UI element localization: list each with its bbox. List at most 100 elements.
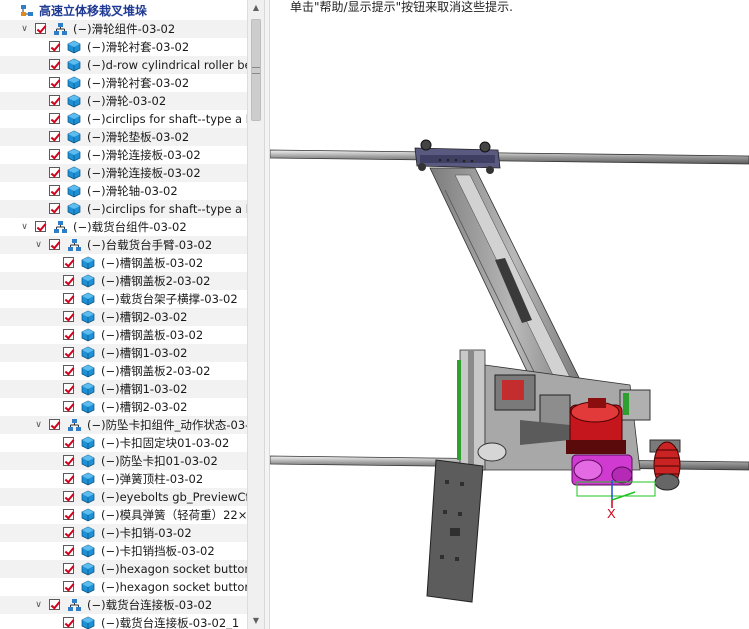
cargo-platform[interactable] (426, 459, 484, 603)
visibility-checkbox[interactable] (63, 383, 74, 394)
visibility-checkbox[interactable] (63, 293, 74, 304)
scroll-down-arrow-icon[interactable]: ▼ (248, 613, 264, 629)
tree-part-row[interactable]: (−)滑轮连接板-03-02 (0, 164, 247, 182)
tree-part-row[interactable]: (−)hexagon socket button head (0, 578, 247, 596)
tree-part-row[interactable]: (−)槽钢2-03-02 (0, 398, 247, 416)
tree-part-row[interactable]: (−)槽钢1-03-02 (0, 344, 247, 362)
part-cube-icon (81, 382, 95, 396)
part-cube-icon (67, 76, 81, 90)
scroll-up-arrow-icon[interactable]: ▲ (248, 0, 264, 16)
visibility-checkbox[interactable] (35, 221, 46, 232)
visibility-checkbox[interactable] (49, 95, 60, 106)
visibility-checkbox[interactable] (63, 617, 74, 628)
tree-part-row[interactable]: (−)滑轮-03-02 (0, 92, 247, 110)
tree-part-row[interactable]: (−)滑轮衬套-03-02 (0, 74, 247, 92)
visibility-checkbox[interactable] (49, 77, 60, 88)
tree-part-row[interactable]: (−)circlips for shaft--type a large (0, 200, 247, 218)
tree-part-row[interactable]: (−)滑轮连接板-03-02 (0, 146, 247, 164)
visibility-checkbox[interactable] (49, 239, 60, 250)
tree-scrollbar[interactable]: ▲ ▼ (247, 0, 264, 629)
tree-item-label: (−)槽钢盖板-03-02 (101, 256, 204, 270)
part-cube-icon (67, 148, 81, 162)
visibility-checkbox[interactable] (49, 113, 60, 124)
scroll-grip-icon (252, 67, 260, 74)
tree-part-row[interactable]: (−)防坠卡扣01-03-02 (0, 452, 247, 470)
visibility-checkbox[interactable] (63, 347, 74, 358)
tree-assembly-row[interactable]: ∨ (−)滑轮组件-03-02 (0, 20, 247, 38)
tree-assembly-row[interactable]: ∨ (−)载货台组件-03-02 (0, 218, 247, 236)
tree-part-row[interactable]: (−)槽钢盖板2-03-02 (0, 272, 247, 290)
visibility-checkbox[interactable] (63, 581, 74, 592)
visibility-checkbox[interactable] (63, 473, 74, 484)
visibility-checkbox[interactable] (63, 257, 74, 268)
visibility-checkbox[interactable] (63, 527, 74, 538)
tree-part-row[interactable]: (−)载货台架子横撑-03-02 (0, 290, 247, 308)
tree-item-label: (−)circlips for shaft--type a large (87, 202, 247, 216)
visibility-checkbox[interactable] (49, 599, 60, 610)
collapse-chevron-icon[interactable]: ∨ (34, 421, 43, 430)
tree-assembly-row[interactable]: ∨ (−)台载货台手臂-03-02 (0, 236, 247, 254)
visibility-checkbox[interactable] (63, 455, 74, 466)
collapse-chevron-icon[interactable]: ∨ (20, 223, 29, 232)
tree-part-row[interactable]: (−)槽钢盖板2-03-02 (0, 362, 247, 380)
tree-part-row[interactable]: (−)槽钢2-03-02 (0, 308, 247, 326)
tree-item-label: (−)卡扣固定块01-03-02 (101, 436, 230, 450)
part-cube-icon (67, 130, 81, 144)
visibility-checkbox[interactable] (63, 311, 74, 322)
graphics-viewport[interactable]: 单击"帮助/显示提示"按钮来取消这些提示. X (270, 0, 749, 629)
tree-part-row[interactable]: (−)滑轮垫板-03-02 (0, 128, 247, 146)
visibility-checkbox[interactable] (49, 419, 60, 430)
visibility-checkbox[interactable] (63, 437, 74, 448)
visibility-checkbox[interactable] (63, 563, 74, 574)
part-cube-icon (81, 364, 95, 378)
visibility-checkbox[interactable] (49, 167, 60, 178)
tree-part-row[interactable]: (−)d-row cylindrical roller bearing (0, 56, 247, 74)
tree-part-row[interactable]: (−)滑轮衬套-03-02 (0, 38, 247, 56)
tree-part-row[interactable]: (−)滑轮轴-03-02 (0, 182, 247, 200)
part-cube-icon (67, 40, 81, 54)
tree-item-label: (−)槽钢盖板2-03-02 (101, 364, 211, 378)
collapse-chevron-icon[interactable]: ∨ (20, 25, 29, 34)
visibility-checkbox[interactable] (63, 365, 74, 376)
gearbox[interactable] (571, 454, 633, 486)
visibility-checkbox[interactable] (63, 491, 74, 502)
tree-part-row[interactable]: (−)hexagon socket button head (0, 560, 247, 578)
visibility-checkbox[interactable] (49, 203, 60, 214)
tree-item-label: (−)弹簧顶柱-03-02 (101, 472, 204, 486)
visibility-checkbox[interactable] (35, 23, 46, 34)
visibility-checkbox[interactable] (63, 401, 74, 412)
tree-part-row[interactable]: (−)槽钢盖板-03-02 (0, 326, 247, 344)
part-cube-icon (67, 94, 81, 108)
tree-part-row[interactable]: (−)卡扣固定块01-03-02 (0, 434, 247, 452)
right-wheel[interactable] (653, 441, 681, 491)
visibility-checkbox[interactable] (49, 149, 60, 160)
visibility-checkbox[interactable] (63, 275, 74, 286)
visibility-checkbox[interactable] (63, 329, 74, 340)
tree-part-row[interactable]: (−)载货台连接板-03-02_1 (0, 614, 247, 629)
visibility-checkbox[interactable] (63, 509, 74, 520)
tree-part-row[interactable]: (−)卡扣销-03-02 (0, 524, 247, 542)
tree-part-row[interactable]: (−)槽钢1-03-02 (0, 380, 247, 398)
top-rail[interactable] (270, 149, 749, 165)
tree-assembly-row[interactable]: ∨ (−)防坠卡扣组件_动作状态-03-02 (0, 416, 247, 434)
tree-item-label: (−)载货台架子横撑-03-02 (101, 292, 238, 306)
visibility-checkbox[interactable] (49, 185, 60, 196)
tree-part-row[interactable]: (−)弹簧顶柱-03-02 (0, 470, 247, 488)
tree-item-label: (−)d-row cylindrical roller bearing (87, 58, 247, 72)
tree-part-row[interactable]: (−)槽钢盖板-03-02 (0, 254, 247, 272)
visibility-checkbox[interactable] (49, 59, 60, 70)
visibility-checkbox[interactable] (49, 131, 60, 142)
visibility-checkbox[interactable] (63, 545, 74, 556)
collapse-chevron-icon[interactable]: ∨ (34, 601, 43, 610)
tree-root[interactable]: 高速立体移栽叉堆垛 (0, 2, 247, 20)
feature-tree[interactable]: 高速立体移栽叉堆垛 ∨ (−)滑轮组件-03-02 (−)滑轮衬套-03-02 (−)… (0, 0, 247, 629)
visibility-checkbox[interactable] (49, 41, 60, 52)
tree-item-label: (−)circlips for shaft--type a large (87, 112, 247, 126)
tree-assembly-row[interactable]: ∨ (−)载货台连接板-03-02 (0, 596, 247, 614)
tree-part-row[interactable]: (−)模具弹簧（轻荷重）22× (0, 506, 247, 524)
drive-motor[interactable] (566, 398, 626, 454)
tree-part-row[interactable]: (−)circlips for shaft--type a large (0, 110, 247, 128)
collapse-chevron-icon[interactable]: ∨ (34, 241, 43, 250)
tree-part-row[interactable]: (−)卡扣销挡板-03-02 (0, 542, 247, 560)
tree-part-row[interactable]: (−)eyebolts gb_PreviewCfg-1 (0, 488, 247, 506)
